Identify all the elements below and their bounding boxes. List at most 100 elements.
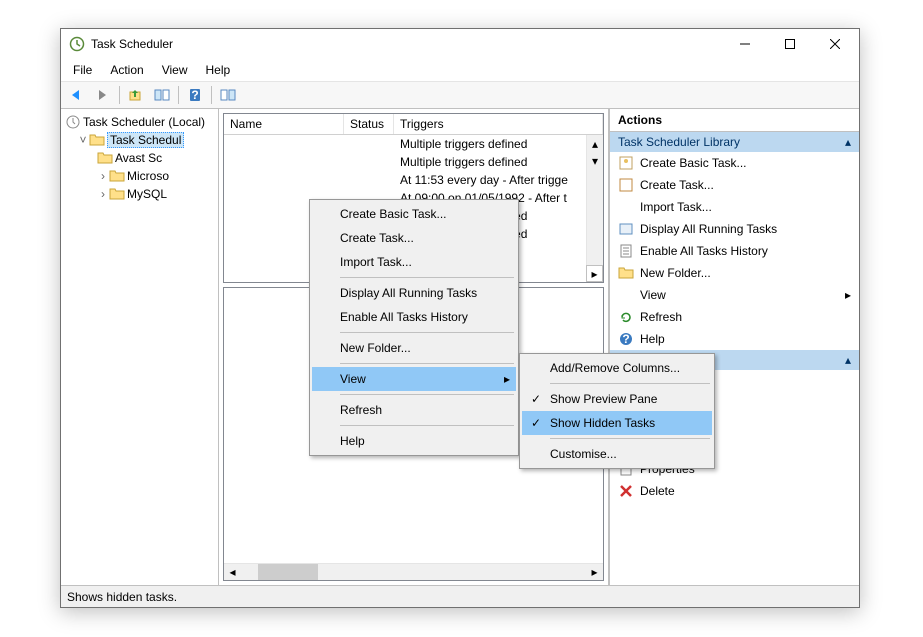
delete-icon	[618, 483, 634, 499]
action-delete[interactable]: Delete	[610, 480, 859, 502]
tree-library-label: Task Schedul	[107, 132, 184, 148]
col-status[interactable]: Status	[344, 114, 394, 134]
scroll-thumb[interactable]	[258, 564, 318, 580]
tree-expand-icon[interactable]: ›	[97, 187, 109, 201]
ctx-import-task[interactable]: Import Task...	[312, 250, 516, 274]
action-import-task[interactable]: Import Task...	[610, 196, 859, 218]
action-refresh[interactable]: Refresh	[610, 306, 859, 328]
titlebar: Task Scheduler	[61, 29, 859, 59]
submenu-arrow-icon: ▸	[504, 372, 510, 386]
check-icon: ✓	[528, 416, 544, 430]
app-window: Task Scheduler File Action View Help ? T…	[60, 28, 860, 608]
menubar: File Action View Help	[61, 59, 859, 81]
folder-icon	[109, 168, 125, 184]
toolbar: ?	[61, 81, 859, 109]
submenu-arrow-icon: ▸	[845, 288, 851, 302]
folder-icon	[97, 150, 113, 166]
ctx-create-task[interactable]: Create Task...	[312, 226, 516, 250]
menu-action[interactable]: Action	[102, 61, 151, 79]
tree-collapse-icon[interactable]: ˅	[77, 133, 89, 147]
show-hide-action-button[interactable]	[216, 84, 240, 106]
action-new-folder[interactable]: New Folder...	[610, 262, 859, 284]
tree-child-avast[interactable]: Avast Sc	[63, 149, 216, 167]
ctx-show-hidden-tasks[interactable]: ✓Show Hidden Tasks	[522, 411, 712, 435]
scroll-left-icon[interactable]: ◂	[224, 564, 241, 580]
ctx-separator	[340, 277, 514, 278]
horizontal-scrollbar[interactable]: ◂ ▸	[224, 563, 603, 580]
actions-pane: Actions Task Scheduler Library ▴ Create …	[609, 109, 859, 585]
tree-root-label: Task Scheduler (Local)	[83, 115, 205, 129]
ctx-new-folder[interactable]: New Folder...	[312, 336, 516, 360]
close-button[interactable]	[812, 30, 857, 58]
collapse-icon[interactable]: ▴	[845, 135, 851, 149]
ctx-view[interactable]: View▸	[312, 367, 516, 391]
ctx-create-basic-task[interactable]: Create Basic Task...	[312, 202, 516, 226]
app-icon	[69, 36, 85, 52]
ctx-separator	[340, 363, 514, 364]
ctx-separator	[550, 438, 710, 439]
tree-child-label: Avast Sc	[115, 151, 162, 165]
help-button[interactable]: ?	[183, 84, 207, 106]
vertical-scrollbar[interactable]: ▴ ▾	[586, 135, 603, 265]
show-hide-console-button[interactable]	[150, 84, 174, 106]
ctx-customise[interactable]: Customise...	[522, 442, 712, 466]
menu-file[interactable]: File	[65, 61, 100, 79]
action-enable-history[interactable]: Enable All Tasks History	[610, 240, 859, 262]
tree-pane[interactable]: Task Scheduler (Local) ˅ Task Schedul Av…	[61, 109, 219, 585]
ctx-help[interactable]: Help	[312, 429, 516, 453]
col-name[interactable]: Name	[224, 114, 344, 134]
ctx-refresh[interactable]: Refresh	[312, 398, 516, 422]
help-icon: ?	[618, 331, 634, 347]
minimize-button[interactable]	[722, 30, 767, 58]
history-icon	[618, 243, 634, 259]
table-row: Multiple triggers defined	[224, 153, 603, 171]
actions-section-library[interactable]: Task Scheduler Library ▴	[610, 132, 859, 152]
action-create-task[interactable]: Create Task...	[610, 174, 859, 196]
col-triggers[interactable]: Triggers	[394, 114, 603, 134]
tree-child-mysql[interactable]: › MySQL	[63, 185, 216, 203]
context-menu: Create Basic Task... Create Task... Impo…	[309, 199, 519, 456]
menu-view[interactable]: View	[154, 61, 196, 79]
table-row: At 11:53 every day - After trigge	[224, 171, 603, 189]
svg-text:?: ?	[622, 332, 629, 346]
folder-icon	[89, 132, 105, 148]
refresh-icon	[618, 309, 634, 325]
tree-expand-icon[interactable]: ›	[97, 169, 109, 183]
task-icon	[618, 177, 634, 193]
ctx-enable-history[interactable]: Enable All Tasks History	[312, 305, 516, 329]
scroll-down-icon[interactable]: ▾	[587, 152, 603, 169]
running-icon	[618, 221, 634, 237]
ctx-display-running[interactable]: Display All Running Tasks	[312, 281, 516, 305]
clock-icon	[65, 114, 81, 130]
scroll-up-icon[interactable]: ▴	[587, 135, 603, 152]
toolbar-sep-2	[178, 86, 179, 104]
tree-child-label: MySQL	[127, 187, 167, 201]
tree-root[interactable]: Task Scheduler (Local)	[63, 113, 216, 131]
actions-title: Actions	[610, 109, 859, 132]
tree-child-microsoft[interactable]: › Microso	[63, 167, 216, 185]
ctx-show-preview-pane[interactable]: ✓Show Preview Pane	[522, 387, 712, 411]
scroll-right-icon[interactable]: ▸	[586, 564, 603, 580]
forward-button[interactable]	[91, 84, 115, 106]
maximize-button[interactable]	[767, 30, 812, 58]
action-create-basic-task[interactable]: Create Basic Task...	[610, 152, 859, 174]
tree-library[interactable]: ˅ Task Schedul	[63, 131, 216, 149]
ctx-add-remove-columns[interactable]: Add/Remove Columns...	[522, 356, 712, 380]
ctx-separator	[340, 425, 514, 426]
scroll-right-icon[interactable]: ▸	[586, 265, 603, 282]
up-button[interactable]	[124, 84, 148, 106]
window-title: Task Scheduler	[91, 37, 722, 51]
action-view[interactable]: View▸	[610, 284, 859, 306]
action-help[interactable]: ?Help	[610, 328, 859, 350]
check-icon: ✓	[528, 392, 544, 406]
collapse-icon[interactable]: ▴	[845, 353, 851, 367]
status-text: Shows hidden tasks.	[67, 590, 177, 604]
action-display-running[interactable]: Display All Running Tasks	[610, 218, 859, 240]
toolbar-sep	[119, 86, 120, 104]
list-header: Name Status Triggers	[224, 114, 603, 135]
tree-child-label: Microso	[127, 169, 169, 183]
menu-help[interactable]: Help	[198, 61, 239, 79]
back-button[interactable]	[65, 84, 89, 106]
toolbar-sep-3	[211, 86, 212, 104]
ctx-separator	[340, 332, 514, 333]
